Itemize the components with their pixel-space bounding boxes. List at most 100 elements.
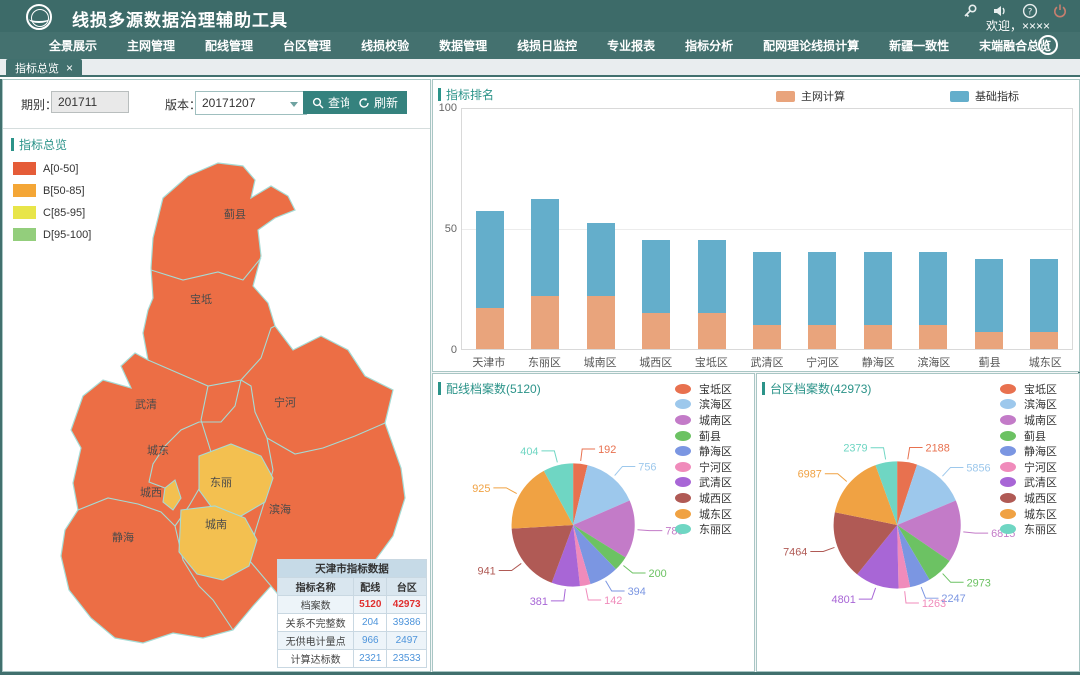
map-legend-item-1: B[50-85] — [13, 184, 91, 197]
bar-5[interactable] — [739, 109, 794, 349]
tab-close-icon[interactable]: × — [66, 61, 73, 75]
legend-label: 静海区 — [699, 443, 732, 459]
nav-item-5[interactable]: 数据管理 — [424, 32, 502, 59]
legend-marker — [1000, 493, 1016, 503]
pie-legend-item-东丽区[interactable]: 东丽区 — [1000, 521, 1057, 537]
title-accent-bar — [11, 138, 14, 151]
nav-item-10[interactable]: 新疆一致性 — [874, 32, 964, 59]
pie-legend-item-城西区[interactable]: 城西区 — [1000, 490, 1057, 506]
bar-series — [462, 109, 1072, 349]
pie-legend-item-城南区[interactable]: 城南区 — [1000, 412, 1057, 428]
chevron-down-icon — [290, 102, 298, 107]
pie-legend-item-城东区[interactable]: 城东区 — [675, 506, 732, 522]
nav-item-8[interactable]: 指标分析 — [670, 32, 748, 59]
pie-leader-line — [541, 451, 557, 463]
legend-marker — [675, 431, 691, 441]
version-select[interactable]: 20171207 — [195, 91, 307, 115]
back-to-top-button[interactable]: ↑ — [1038, 35, 1058, 55]
bar-10[interactable] — [1017, 109, 1072, 349]
pie-value-label-滨海区: 5856 — [966, 462, 990, 474]
metric-table-col: 配线 — [354, 578, 387, 596]
pie-legend-item-宁河区[interactable]: 宁河区 — [675, 459, 732, 475]
bar-legend-item-1[interactable]: 基础指标 — [950, 88, 1019, 104]
x-label-5: 武清区 — [739, 354, 795, 370]
tab-indicator-overview[interactable]: 指标总览 × — [6, 59, 82, 77]
pie-value-label-武清区: 4801 — [832, 594, 856, 606]
pie-legend-item-静海区[interactable]: 静海区 — [675, 443, 732, 459]
map-legend-item-2: C[85-95] — [13, 206, 91, 219]
legend-label: C[85-95] — [43, 207, 85, 219]
pie-legend-item-武清区[interactable]: 武清区 — [1000, 475, 1057, 491]
nav-item-7[interactable]: 专业报表 — [592, 32, 670, 59]
bar-0[interactable] — [462, 109, 517, 349]
nav-item-6[interactable]: 线损日监控 — [502, 32, 592, 59]
pie-legend-item-滨海区[interactable]: 滨海区 — [675, 397, 732, 413]
pie-leader-line — [943, 574, 964, 583]
key-icon[interactable] — [962, 3, 978, 19]
bar-2[interactable] — [573, 109, 628, 349]
nav-menu: 全景展示主网管理配线管理台区管理线损校验数据管理线损日监控专业报表指标分析配网理… — [0, 32, 1080, 59]
pie-legend-item-武清区[interactable]: 武清区 — [675, 475, 732, 491]
bar-3[interactable] — [628, 109, 683, 349]
legend-label: 城东区 — [1024, 506, 1057, 522]
nav-item-1[interactable]: 主网管理 — [112, 32, 190, 59]
pie-leader-line — [606, 581, 625, 591]
pie-leader-line — [623, 566, 645, 573]
x-label-4: 宝坻区 — [684, 354, 740, 370]
pie-leader-line — [871, 448, 886, 460]
legend-marker — [1000, 462, 1016, 472]
power-icon[interactable] — [1052, 3, 1068, 19]
pie-legend-item-东丽区[interactable]: 东丽区 — [675, 521, 732, 537]
y-tick-50: 50 — [435, 223, 457, 235]
nav-item-12[interactable]: 末端管理指标 — [1066, 32, 1080, 59]
top-bar: 线损多源数据治理辅助工具 ? 欢迎，×××× — [0, 0, 1080, 32]
svg-text:?: ? — [1028, 7, 1033, 17]
pie2-legend: 宝坻区滨海区城南区蓟县静海区宁河区武清区城西区城东区东丽区 — [1000, 381, 1057, 537]
legend-label: 基础指标 — [975, 88, 1019, 104]
legend-label: 蓟县 — [1024, 428, 1046, 444]
district-label-8: 滨海 — [269, 502, 291, 516]
refresh-button[interactable]: 刷新 — [349, 91, 407, 114]
map-section-title-text: 指标总览 — [19, 136, 67, 153]
pie-value-label-城东区: 925 — [472, 483, 490, 495]
pie-legend-item-宁河区[interactable]: 宁河区 — [1000, 459, 1057, 475]
bar-7[interactable] — [850, 109, 905, 349]
pie1-title: 配线档案数(5120) — [438, 380, 541, 397]
bar-8[interactable] — [906, 109, 961, 349]
bar-segment-主网计算 — [975, 332, 1003, 349]
bar-9[interactable] — [961, 109, 1016, 349]
pie-legend-item-滨海区[interactable]: 滨海区 — [1000, 397, 1057, 413]
period-input[interactable] — [51, 91, 129, 113]
pie-legend-item-静海区[interactable]: 静海区 — [1000, 443, 1057, 459]
legend-marker — [675, 399, 691, 409]
pie-legend-item-宝坻区[interactable]: 宝坻区 — [675, 381, 732, 397]
legend-marker — [1000, 431, 1016, 441]
legend-swatch — [13, 206, 36, 219]
bar-segment-主网计算 — [476, 308, 504, 349]
bar-4[interactable] — [684, 109, 739, 349]
pie-legend-item-城西区[interactable]: 城西区 — [675, 490, 732, 506]
y-tick-0: 0 — [435, 344, 457, 356]
pie-legend-item-城南区[interactable]: 城南区 — [675, 412, 732, 428]
legend-label: 宝坻区 — [1024, 381, 1057, 397]
legend-marker — [675, 477, 691, 487]
nav-item-0[interactable]: 全景展示 — [34, 32, 112, 59]
bar-legend-item-0[interactable]: 主网计算 — [776, 88, 845, 104]
pie-legend-item-蓟县[interactable]: 蓟县 — [675, 428, 732, 444]
nav-item-9[interactable]: 配网理论线损计算 — [748, 32, 874, 59]
pie-leader-line — [586, 588, 601, 600]
nav-item-3[interactable]: 台区管理 — [268, 32, 346, 59]
pie-legend-item-蓟县[interactable]: 蓟县 — [1000, 428, 1057, 444]
pie-legend-item-宝坻区[interactable]: 宝坻区 — [1000, 381, 1057, 397]
pie-leader-line — [908, 448, 923, 460]
legend-marker — [1000, 446, 1016, 456]
bar-1[interactable] — [517, 109, 572, 349]
bar-chart-title: 指标排名 — [438, 86, 494, 103]
metric-table-row: 关系不完整数20439386 — [278, 614, 427, 632]
tab-bar: 指标总览 × — [0, 59, 1080, 77]
nav-item-2[interactable]: 配线管理 — [190, 32, 268, 59]
legend-label: D[95-100] — [43, 229, 91, 241]
bar-6[interactable] — [795, 109, 850, 349]
pie-legend-item-城东区[interactable]: 城东区 — [1000, 506, 1057, 522]
nav-item-4[interactable]: 线损校验 — [346, 32, 424, 59]
